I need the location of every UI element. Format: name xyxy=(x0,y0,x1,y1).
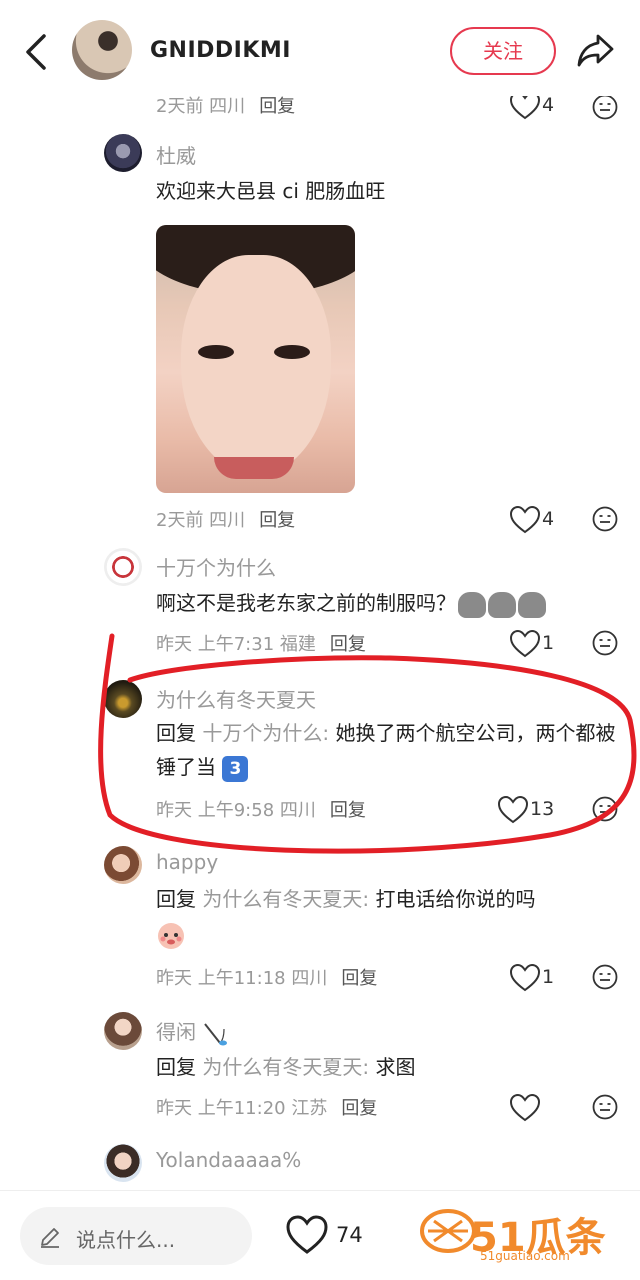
post-like-count: 74 xyxy=(336,1223,363,1247)
comment-input[interactable]: 说点什么... xyxy=(20,1207,252,1265)
top-bar: GNIDDIKMI 关注 xyxy=(0,0,640,96)
bottom-bar: 说点什么... 74 51瓜条 51guatiao.com xyxy=(0,1190,640,1280)
emoji-sticker xyxy=(458,591,486,618)
like-icon[interactable] xyxy=(510,1094,540,1122)
reply-button[interactable]: 回复 xyxy=(341,968,377,989)
comment-author[interactable]: Yolandaaaaa% xyxy=(156,1148,301,1172)
comment-author[interactable]: 十万个为什么 xyxy=(156,552,276,581)
like-icon[interactable] xyxy=(510,964,540,992)
like-count: 4 xyxy=(542,94,555,116)
watermark-url: 51guatiao.com xyxy=(480,1249,570,1263)
emoji-reaction-icon[interactable] xyxy=(592,1094,618,1120)
avatar[interactable] xyxy=(104,1012,142,1050)
emoji-reaction-icon[interactable] xyxy=(592,94,618,120)
comment-text: 啊这不是我老东家之前的制服吗？ xyxy=(156,586,626,620)
reply-button[interactable]: 回复 xyxy=(259,96,295,117)
comment-text: 回复 为什么有冬天夏天: 求图 xyxy=(156,1055,416,1079)
emoji-reaction-icon[interactable] xyxy=(592,506,618,532)
avatar[interactable] xyxy=(104,134,142,172)
like-count: 1 xyxy=(542,966,555,988)
like-count: 4 xyxy=(542,508,555,530)
comment-meta: 昨天 上午11:18 四川 回复 xyxy=(156,968,378,989)
reply-button[interactable]: 回复 xyxy=(259,510,295,531)
blush-face-emoji xyxy=(158,923,184,949)
emoji-sticker xyxy=(518,591,546,618)
share-icon[interactable] xyxy=(576,30,616,70)
emoji-sticker xyxy=(488,591,516,618)
follow-button[interactable]: 关注 xyxy=(450,27,556,75)
comment-input-placeholder: 说点什么... xyxy=(76,1228,176,1252)
author-name[interactable]: GNIDDIKMI xyxy=(150,38,291,63)
red-circle-annotation xyxy=(98,633,637,854)
fishing-pole-icon xyxy=(204,1022,228,1045)
pen-icon xyxy=(41,1228,59,1248)
reply-button[interactable]: 回复 xyxy=(341,1098,377,1119)
comment-photo[interactable] xyxy=(156,225,355,493)
avatar[interactable] xyxy=(104,548,142,586)
comment-text: 回复 为什么有冬天夏天: 打电话给你说的吗 xyxy=(156,887,536,911)
back-arrow-icon[interactable] xyxy=(18,30,54,74)
author-avatar[interactable] xyxy=(72,20,132,80)
comment-author[interactable]: 得闲 xyxy=(156,1016,228,1047)
emoji-reaction-icon[interactable] xyxy=(592,964,618,990)
comment-author[interactable]: 杜威 xyxy=(156,140,196,169)
comment-meta: 2天前 四川 回复 xyxy=(156,510,296,531)
heart-icon[interactable] xyxy=(286,1215,328,1255)
like-icon[interactable] xyxy=(510,92,540,120)
avatar[interactable] xyxy=(104,1144,142,1182)
comment-text: 欢迎来大邑县 ci 肥肠血旺 xyxy=(156,179,386,203)
like-icon[interactable] xyxy=(510,506,540,534)
comment-meta: 昨天 上午11:20 江苏 回复 xyxy=(156,1098,378,1119)
